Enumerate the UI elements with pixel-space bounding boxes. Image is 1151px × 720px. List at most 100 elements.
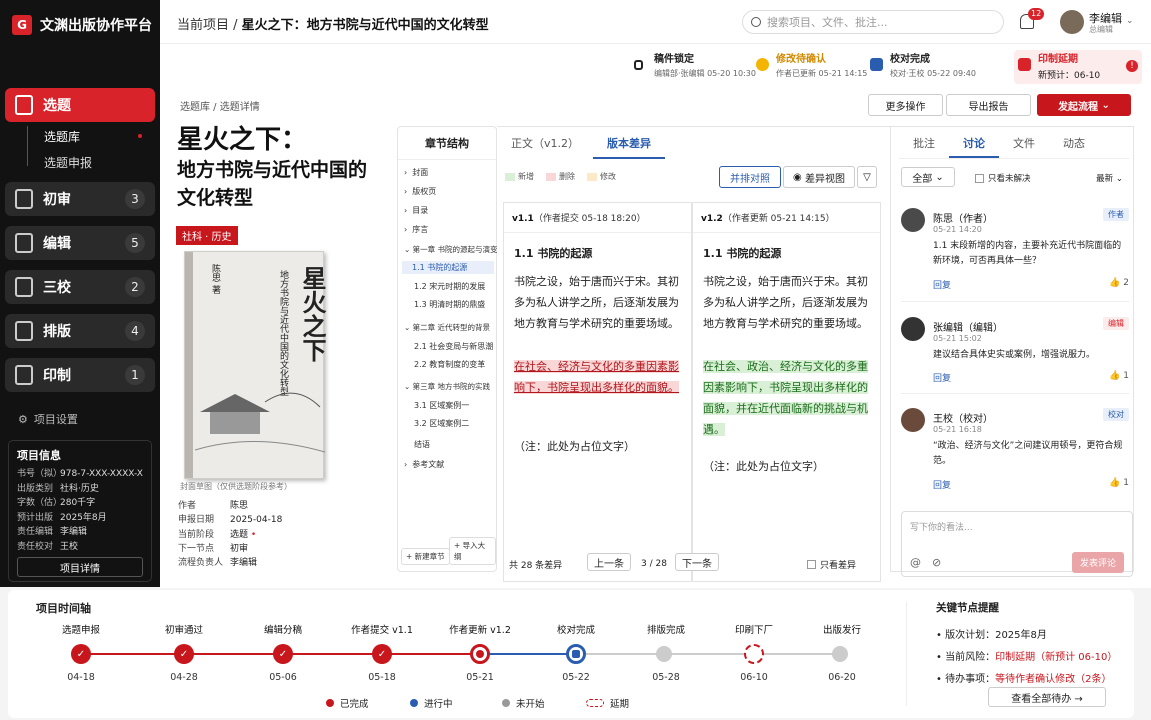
legend-label: 延期 xyxy=(610,699,630,710)
info-value: 280千字 xyxy=(60,498,96,508)
tab-activity[interactable]: 动态 xyxy=(1049,127,1099,158)
tab-version-diff[interactable]: 版本差异 xyxy=(593,127,666,159)
legend-label: 已完成 xyxy=(340,699,369,710)
cover-caption: 封面草图（仅供选题阶段参考） xyxy=(180,482,292,491)
nav-first-review[interactable]: 初审 3 xyxy=(5,182,155,216)
key-reminders: 关键节点提醒 • 版次计划：2025年8月 • 当前风险：印制延期（新预计 06… xyxy=(936,600,1136,691)
post-comment-button[interactable]: 发表评论 xyxy=(1071,552,1124,573)
subnav-topic-library[interactable]: 选题库 xyxy=(44,128,80,145)
toc-item[interactable]: 2.1 社会变局与新思潮 xyxy=(414,341,493,352)
like-button[interactable]: 👍 1 xyxy=(1109,478,1129,488)
toc-item[interactable]: › 参考文献 xyxy=(404,459,444,470)
avatar xyxy=(901,208,925,232)
attachment-icon[interactable]: ⊘ xyxy=(932,556,941,569)
checkbox[interactable] xyxy=(807,559,816,569)
milestone-current[interactable] xyxy=(470,644,490,664)
crumb-project-title: 星火之下：地方书院与近代中国的文化转型 xyxy=(241,18,489,33)
start-flow-button[interactable]: 发起流程 ⌄ xyxy=(1037,94,1131,116)
tab-body-text[interactable]: 正文（v1.2） xyxy=(497,127,593,159)
toc-item[interactable]: 2.2 教育制度的变革 xyxy=(414,359,485,370)
only-diff-toggle[interactable]: 只看差异 xyxy=(807,558,856,571)
tab-files[interactable]: 文件 xyxy=(999,127,1049,158)
meta-key: 作者 xyxy=(178,501,197,511)
gear-icon: ⚙ xyxy=(18,412,28,426)
sub-breadcrumb[interactable]: 选题库 / 选题详情 xyxy=(180,98,260,113)
like-button[interactable]: 👍 1 xyxy=(1109,371,1129,381)
view-all-todos-button[interactable]: 查看全部待办 → xyxy=(988,687,1106,707)
sort-select[interactable]: 最新 ⌄ xyxy=(1096,172,1123,184)
status-pending-confirm[interactable]: 修改待确认 作者已更新 05-21 14:15 xyxy=(752,50,867,84)
toc-item[interactable]: 结语 xyxy=(414,439,430,450)
toc-item[interactable]: › 序言 xyxy=(404,224,428,235)
nav-typeset[interactable]: 排版 4 xyxy=(5,314,155,348)
toc-item[interactable]: 1.2 宋元时期的发展 xyxy=(414,281,485,292)
search-input[interactable]: 搜索项目、文件、批注... xyxy=(742,10,1004,34)
status-proof-done[interactable]: 校对完成 校对·王校 05-22 09:40 xyxy=(866,50,976,84)
reply-link[interactable]: 回复 xyxy=(933,371,951,384)
chevron-down-icon[interactable]: ⌄ xyxy=(1126,16,1134,26)
crumb-current-project[interactable]: 当前项目 xyxy=(177,18,229,33)
info-key: 出版类别 xyxy=(17,483,54,494)
meta-value: 2025-04-18 xyxy=(230,515,283,526)
prev-diff-button[interactable]: 上一条 xyxy=(587,553,631,571)
milestone-pending[interactable] xyxy=(656,646,672,662)
new-chapter-button[interactable]: + 新建章节 xyxy=(401,548,450,565)
toc-item[interactable]: 3.1 区域案例一 xyxy=(414,400,469,411)
milestone-done[interactable]: ✓ xyxy=(273,644,293,664)
more-actions-button[interactable]: 更多操作 xyxy=(868,94,943,116)
status-manuscript-locked[interactable]: 稿件锁定 编辑部·张编辑 05-20 10:30 xyxy=(630,50,756,84)
deleted-text[interactable]: 在社会、经济与文化的多重因素影响下，书院呈现出多样化的面貌。 xyxy=(514,360,679,394)
toc-item[interactable]: 1.3 明清时期的鼎盛 xyxy=(414,299,485,310)
toc-item[interactable]: › 目录 xyxy=(404,205,428,216)
milestone-delayed[interactable] xyxy=(744,644,764,664)
milestone-done[interactable]: ✓ xyxy=(372,644,392,664)
avatar[interactable] xyxy=(1060,10,1084,34)
milestone-done[interactable]: ✓ xyxy=(71,644,91,664)
toc-chapter[interactable]: ⌄ 第二章 近代转型的背景 xyxy=(404,322,490,333)
nav-proofread[interactable]: 三校 2 xyxy=(5,270,155,304)
nav-print[interactable]: 印制 1 xyxy=(5,358,155,392)
nav-topic[interactable]: 选题 xyxy=(5,88,155,122)
comment-input[interactable]: 写下你的看法... @ ⊘ 发表评论 xyxy=(901,511,1133,577)
toc-chapter[interactable]: ⌄ 第一章 书院的源起与演变 xyxy=(404,244,498,255)
project-settings[interactable]: ⚙ 项目设置 xyxy=(18,411,78,427)
placeholder-note: （注：此处为占位文字） xyxy=(703,460,824,473)
reply-link[interactable]: 回复 xyxy=(933,478,951,491)
unresolved-toggle[interactable]: 只看未解决 xyxy=(975,172,1031,184)
proof-icon xyxy=(15,277,33,297)
filter-icon[interactable]: ▽ xyxy=(857,166,877,188)
toc-item[interactable]: › 封面 xyxy=(404,167,428,178)
toc-item-active[interactable]: 1.1 书院的起源 xyxy=(402,261,494,274)
filter-select[interactable]: 全部 ⌄ xyxy=(901,167,955,187)
milestone-in-progress[interactable] xyxy=(566,644,586,664)
key-value[interactable]: 等待作者确认修改（2条） xyxy=(995,674,1111,685)
warning-icon xyxy=(756,58,769,71)
reply-link[interactable]: 回复 xyxy=(933,278,951,291)
diff-view-button[interactable]: ◉ 差异视图 xyxy=(783,166,855,188)
nav-edit[interactable]: 编辑 5 xyxy=(5,226,155,260)
project-detail-button[interactable]: 项目详情 xyxy=(17,557,143,577)
subnav-topic-apply[interactable]: 选题申报 xyxy=(44,154,92,171)
import-outline-button[interactable]: + 导入大纲 xyxy=(449,537,496,565)
app-logo[interactable]: G 文渊出版协作平台 xyxy=(0,0,160,50)
tab-discussion[interactable]: 讨论 xyxy=(949,127,999,158)
export-report-button[interactable]: 导出报告 xyxy=(946,94,1031,116)
main-content: 选题库 / 选题详情 更多操作 导出报告 发起流程 ⌄ 星火之下： 地方书院与近… xyxy=(160,88,1151,588)
tab-annotations[interactable]: 批注 xyxy=(899,127,949,158)
delay-icon xyxy=(1018,58,1031,71)
next-diff-button[interactable]: 下一条 xyxy=(675,553,719,571)
toc-chapter[interactable]: ⌄ 第三章 地方书院的实践 xyxy=(404,381,490,392)
meta-key: 下一节点 xyxy=(178,543,215,554)
side-by-side-button[interactable]: 并排对照 xyxy=(719,166,781,188)
milestone-done[interactable]: ✓ xyxy=(174,644,194,664)
toc-item[interactable]: › 版权页 xyxy=(404,186,436,197)
like-count: 1 xyxy=(1123,478,1129,488)
like-button[interactable]: 👍 2 xyxy=(1109,278,1129,288)
role-badge: 校对 xyxy=(1103,408,1129,421)
added-text[interactable]: 在社会、政治、经济与文化的多重因素影响下，书院呈现出多样化的面貌，并在近代面临新… xyxy=(703,360,868,436)
toc-item[interactable]: 3.2 区域案例二 xyxy=(414,418,469,429)
milestone-pending[interactable] xyxy=(832,646,848,662)
checkbox[interactable] xyxy=(975,173,984,183)
status-print-delay[interactable]: 印制延期 新预计：06-10! xyxy=(1014,50,1142,84)
mention-icon[interactable]: @ xyxy=(910,556,921,569)
